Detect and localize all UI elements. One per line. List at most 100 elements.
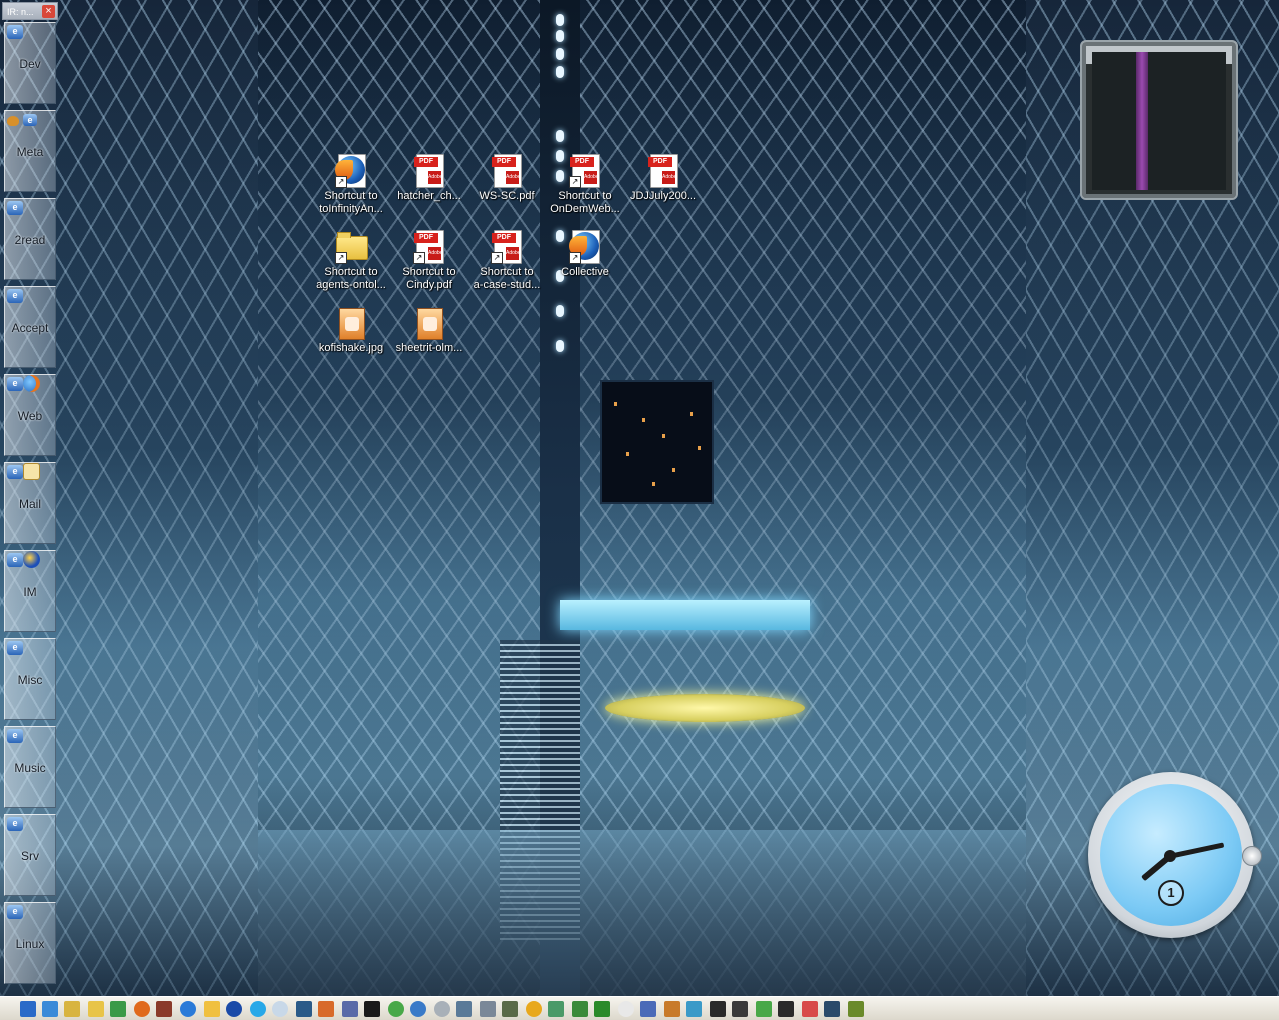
desktop-icon-collective[interactable]: ↗ Collective: [545, 230, 625, 279]
desktop-icon-caption: Shortcut to toInfinityAn...: [319, 190, 383, 215]
chat-icon[interactable]: [272, 1001, 288, 1017]
window-icon[interactable]: [640, 1001, 656, 1017]
dock-label: IM: [23, 585, 37, 599]
dock-button-web[interactable]: e Web: [4, 374, 56, 456]
dock-title: IR: n...: [7, 7, 34, 17]
wallpaper-tower: [600, 380, 714, 504]
dock-button-im[interactable]: e IM: [4, 550, 56, 632]
eye-icon[interactable]: [824, 1001, 840, 1017]
clock-knob: [1242, 846, 1262, 866]
butterfly-icon[interactable]: [318, 1001, 334, 1017]
ie-icon: e: [7, 729, 23, 743]
run-icon[interactable]: [756, 1001, 772, 1017]
pdf-icon: PDF Adobe: [492, 154, 522, 188]
clock-icon[interactable]: [204, 1001, 220, 1017]
clock-subdial: 1: [1158, 880, 1184, 906]
jpg-icon: [417, 308, 443, 340]
dock-button-linux[interactable]: e Linux: [4, 902, 56, 984]
smiley-icon[interactable]: [618, 1001, 634, 1017]
desktop-icon-ondemweb-shortcut[interactable]: PDF Adobe ↗ Shortcut to OnDemWeb...: [545, 154, 625, 216]
dock-close-button[interactable]: ×: [42, 5, 55, 18]
wallpaper-concourse-floor: [258, 830, 1026, 996]
globe-icon: [23, 551, 40, 568]
arrow-icon[interactable]: [802, 1001, 818, 1017]
shortcut-arrow-icon: ↗: [569, 252, 581, 264]
text-icon[interactable]: [342, 1001, 358, 1017]
frog-icon[interactable]: [594, 1001, 610, 1017]
clock-gadget[interactable]: 1: [1088, 772, 1262, 938]
ie-icon[interactable]: [180, 1001, 196, 1017]
network-icon[interactable]: [110, 1001, 126, 1017]
desktop-icon-sheetrit-olm[interactable]: sheetrit-olm...: [389, 306, 469, 355]
dock-label: Music: [14, 761, 46, 775]
terminal-icon[interactable]: [364, 1001, 380, 1017]
firefox-icon: [23, 375, 40, 392]
desktop-icon-hatcher[interactable]: PDF Adobe hatcher_ch...: [389, 154, 469, 203]
desktop-icon-a-case-stud-shortcut[interactable]: PDF Adobe ↗ Shortcut to a-case-stud...: [467, 230, 547, 292]
globe-icon[interactable]: [410, 1001, 426, 1017]
desktop-icon-caption: Shortcut to a-case-stud...: [473, 266, 541, 291]
chrome-icon[interactable]: [388, 1001, 404, 1017]
search-icon[interactable]: [64, 1001, 80, 1017]
window-icon[interactable]: [710, 1001, 726, 1017]
firefox-icon[interactable]: [134, 1001, 150, 1017]
ie-icon: e: [7, 465, 23, 479]
desktop-icon-toinfinity-shortcut[interactable]: ↗ Shortcut to toInfinityAn...: [311, 154, 391, 216]
dock-button-dev[interactable]: e Dev: [4, 22, 56, 104]
notes-icon[interactable]: [296, 1001, 312, 1017]
pdf-icon: PDF Adobe: [414, 154, 444, 188]
window-icon[interactable]: [778, 1001, 794, 1017]
ie-icon: e: [23, 114, 37, 126]
frog-icon[interactable]: [572, 1001, 588, 1017]
dock-button-srv[interactable]: e Srv: [4, 814, 56, 896]
users-icon[interactable]: [686, 1001, 702, 1017]
dock-button-misc[interactable]: e Misc: [4, 638, 56, 720]
shortcut-arrow-icon: ↗: [335, 252, 347, 264]
ie-icon: e: [7, 553, 23, 567]
desktop-icon-cindy-shortcut[interactable]: PDF Adobe ↗ Shortcut to Cindy.pdf: [389, 230, 469, 292]
quick-launch-taskbar: [0, 996, 1279, 1020]
skype-icon[interactable]: [250, 1001, 266, 1017]
desktop-icon-caption: WS-SC.pdf: [479, 190, 535, 202]
dock-button-mail[interactable]: e Mail: [4, 462, 56, 544]
dock-label: Web: [17, 409, 43, 423]
slideshow-photo: [1092, 52, 1226, 190]
disc-icon[interactable]: [434, 1001, 450, 1017]
shortcut-arrow-icon: ↗: [491, 252, 503, 264]
desktop-icon-jdjjuly[interactable]: PDF Adobe JDJJuly200...: [623, 154, 703, 203]
dock-button-accept[interactable]: e Accept: [4, 286, 56, 368]
desktop-icon-agents-ontol-shortcut[interactable]: ↗ Shortcut to agents-ontol...: [311, 230, 391, 292]
iris-icon[interactable]: [42, 1001, 58, 1017]
dock-button-meta[interactable]: e Meta: [4, 110, 56, 192]
folder-icon[interactable]: [88, 1001, 104, 1017]
pdf-icon: PDF Adobe: [648, 154, 678, 188]
dock-title-bar: IR: n... ×: [2, 2, 58, 20]
dock-label: Linux: [15, 937, 45, 951]
dock-label: Srv: [21, 849, 39, 863]
man-icon[interactable]: [848, 1001, 864, 1017]
desktop-icon-caption: Shortcut to agents-ontol...: [316, 266, 386, 291]
info-icon[interactable]: [226, 1001, 242, 1017]
grid-icon[interactable]: [664, 1001, 680, 1017]
wallpaper-ceiling-disc: [605, 694, 805, 722]
media-icon[interactable]: [526, 1001, 542, 1017]
desktop-icon-ws-sc[interactable]: PDF Adobe WS-SC.pdf: [467, 154, 547, 203]
desktop-icon-caption: Shortcut to Cindy.pdf: [402, 266, 456, 291]
jpg-icon: [339, 308, 365, 340]
picture-icon[interactable]: [156, 1001, 172, 1017]
dock-button-music[interactable]: e Music: [4, 726, 56, 808]
pen-icon[interactable]: [502, 1001, 518, 1017]
dock-button-2read[interactable]: e 2read: [4, 198, 56, 280]
ie-icon: e: [7, 377, 23, 391]
slideshow-gadget[interactable]: [1080, 40, 1238, 200]
desktop-icon-caption: Collective: [561, 266, 609, 278]
desktop-icon-kofishake[interactable]: kofishake.jpg: [311, 306, 391, 355]
firefox-icon[interactable]: [20, 1001, 36, 1017]
music-icon[interactable]: [548, 1001, 564, 1017]
remote-icon[interactable]: [456, 1001, 472, 1017]
ie-icon: e: [7, 289, 23, 303]
shortcut-arrow-icon: ↗: [413, 252, 425, 264]
shortcut-arrow-icon: ↗: [335, 176, 347, 188]
tools-icon[interactable]: [480, 1001, 496, 1017]
window-icon[interactable]: [732, 1001, 748, 1017]
